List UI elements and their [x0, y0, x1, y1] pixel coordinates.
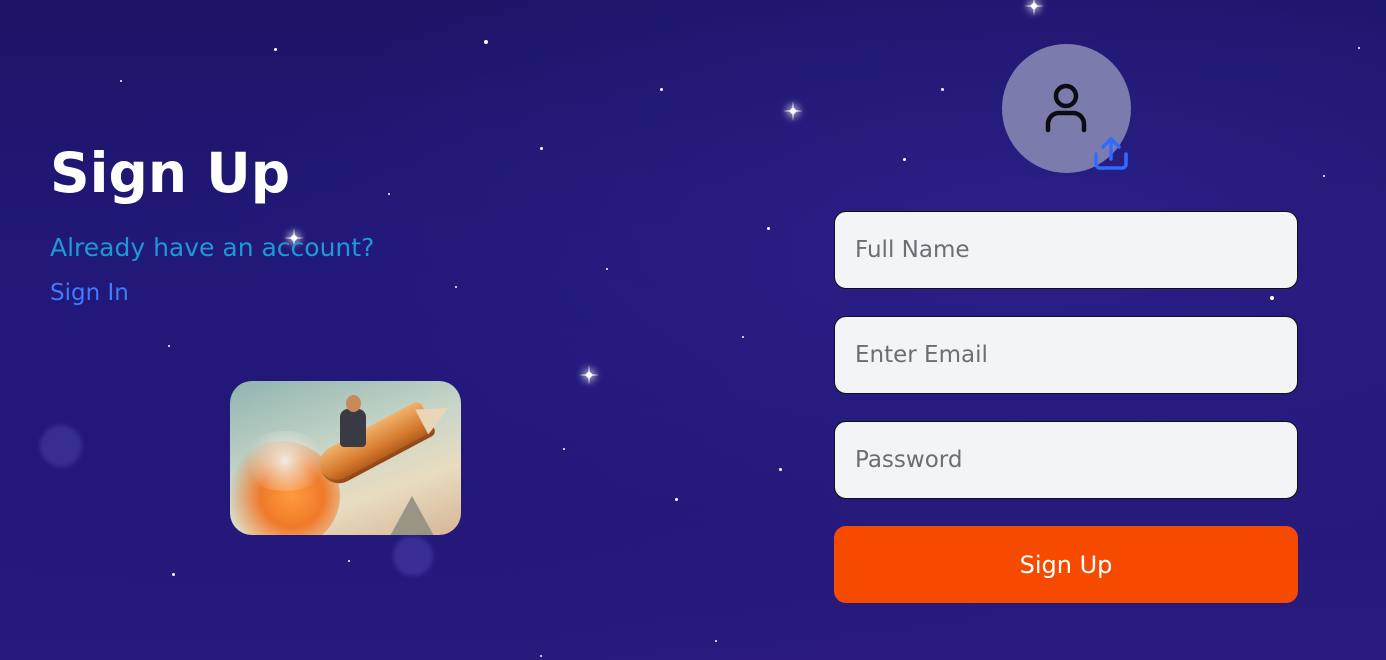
page-title: Sign Up [50, 141, 291, 205]
password-input[interactable] [834, 421, 1298, 499]
signup-form: Sign Up [834, 211, 1298, 603]
signup-intro: Sign Up Already have an account? Sign In [50, 140, 550, 308]
upload-icon[interactable] [1092, 134, 1130, 172]
user-icon [1045, 83, 1087, 133]
email-input[interactable] [834, 316, 1298, 394]
full-name-input[interactable] [834, 211, 1298, 289]
sign-up-button[interactable]: Sign Up [834, 526, 1298, 603]
avatar-uploader[interactable] [1002, 44, 1131, 173]
account-prompt: Already have an account? [50, 233, 375, 262]
rocket-illustration [230, 381, 461, 535]
sign-in-link[interactable]: Sign In [50, 278, 129, 308]
